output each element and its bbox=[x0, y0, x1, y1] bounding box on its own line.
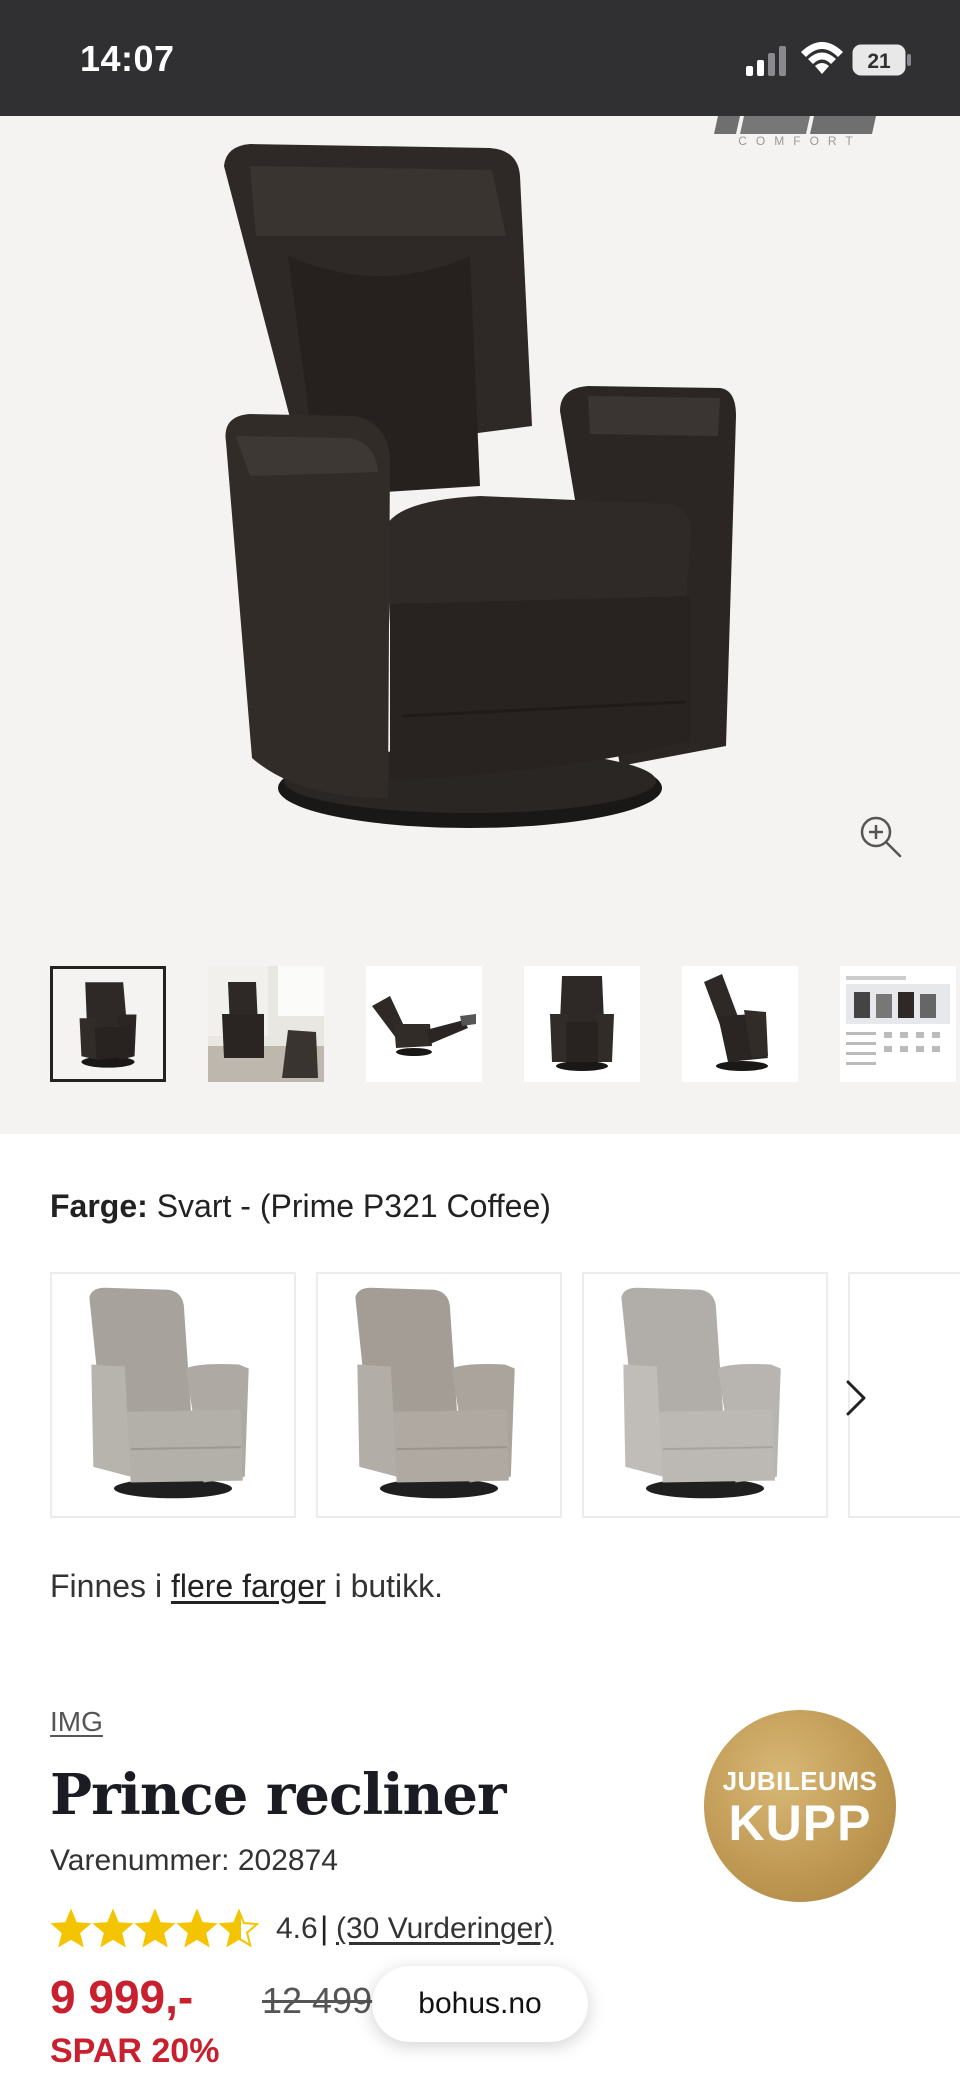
rating-separator: | bbox=[320, 1910, 329, 1946]
brand-link[interactable]: IMG bbox=[50, 1706, 103, 1738]
color-swatch-1[interactable] bbox=[50, 1272, 296, 1518]
color-swatch-3[interactable] bbox=[582, 1272, 828, 1518]
battery-icon: 21 bbox=[852, 44, 911, 76]
color-swatch-2[interactable] bbox=[316, 1272, 562, 1518]
thumbnail-5[interactable] bbox=[682, 966, 798, 1082]
rating-stars-icon bbox=[50, 1908, 260, 1948]
product-sku: Varenummer: 202874 bbox=[50, 1844, 338, 1877]
status-bar: 14:07 21 bbox=[0, 0, 960, 116]
battery-level: 21 bbox=[867, 50, 891, 73]
rating-value: 4.6 bbox=[276, 1912, 318, 1945]
thumbnail-strip bbox=[50, 966, 956, 1086]
rating-star bbox=[50, 1908, 92, 1948]
wifi-icon bbox=[801, 42, 843, 74]
rating-star bbox=[92, 1908, 134, 1948]
status-time: 14:07 bbox=[80, 38, 175, 79]
thumbnail-2[interactable] bbox=[208, 966, 324, 1082]
product-main-image[interactable] bbox=[180, 126, 780, 946]
jubileums-kupp-badge: JUBILEUMS KUPP bbox=[704, 1710, 896, 1902]
color-label: Farge: bbox=[50, 1188, 148, 1224]
cellular-signal-icon bbox=[746, 46, 786, 76]
discount-label: SPAR 20% bbox=[50, 2032, 220, 2070]
site-address-pill[interactable]: bohus.no bbox=[372, 1966, 588, 2042]
thumbnail-1[interactable] bbox=[50, 966, 166, 1082]
chevron-right-icon[interactable] bbox=[836, 1372, 876, 1424]
reviews-link[interactable]: (30 Vurderinger) bbox=[336, 1912, 553, 1946]
thumbnail-6[interactable] bbox=[840, 966, 956, 1082]
product-title: Prince recliner bbox=[50, 1762, 506, 1828]
product-gallery[interactable]: COMFORT bbox=[0, 116, 960, 1134]
rating-star bbox=[218, 1908, 260, 1948]
product-rating: 4.6 | (30 Vurderinger) bbox=[50, 1906, 750, 1952]
color-swatch-carousel bbox=[50, 1272, 960, 1518]
color-selection-label: Farge: Svart - (Prime P321 Coffee) bbox=[50, 1188, 551, 1225]
thumbnail-4[interactable] bbox=[524, 966, 640, 1082]
thumbnail-3[interactable] bbox=[366, 966, 482, 1082]
zoom-in-icon[interactable] bbox=[856, 812, 904, 860]
more-colors-note: Finnes i flere farger i butikk. bbox=[50, 1568, 444, 1604]
color-value: Svart - (Prime P321 Coffee) bbox=[156, 1188, 551, 1224]
rating-star bbox=[176, 1908, 218, 1948]
more-colors-link[interactable]: flere farger bbox=[171, 1568, 326, 1604]
current-price: 9 999,- bbox=[50, 1971, 194, 2023]
rating-star bbox=[134, 1908, 176, 1948]
